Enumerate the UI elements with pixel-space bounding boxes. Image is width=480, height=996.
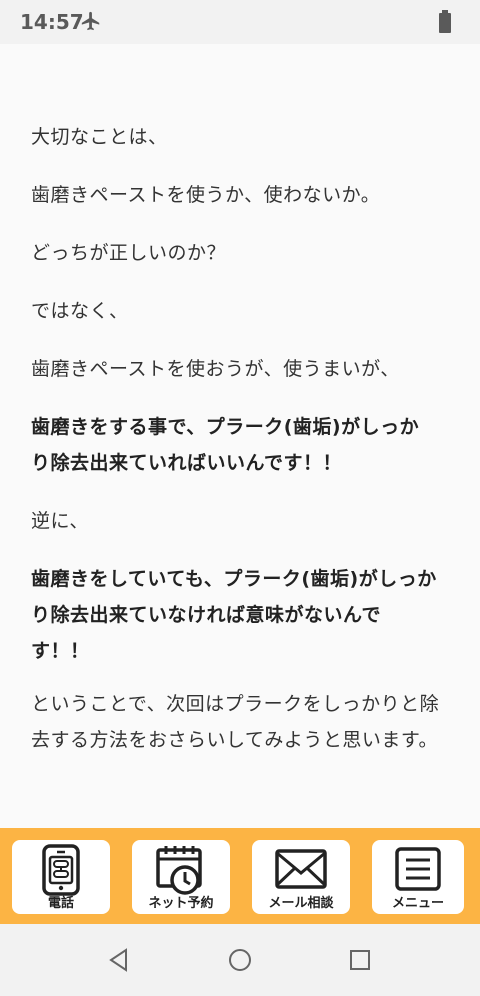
battery-icon [438, 10, 452, 38]
phone-button-label: 電話 [47, 896, 74, 911]
paragraph: どっちが正しいのか？ [31, 242, 227, 264]
system-navigation-bar [0, 924, 480, 996]
airplane-mode-icon [80, 10, 102, 36]
paragraph: 歯磨きペーストを使うか、使わないか。 [31, 184, 381, 206]
back-icon[interactable] [108, 948, 130, 972]
paragraph: 歯磨きペーストを使おうが、使うまいが、 [31, 358, 400, 380]
paragraph: ということで、次回はプラークをしっかりと除去する方法をおさらいしてみようと思いま… [31, 693, 440, 751]
paragraph-bold: 歯磨きをしていても、プラーク(歯垢)がしっかり除去出来ていなければ意味がないんで… [31, 568, 437, 662]
paragraph: ではなく、 [31, 300, 129, 322]
mail-consult-label: メール相談 [268, 896, 334, 911]
home-icon[interactable] [228, 948, 252, 972]
paragraph: 逆に、 [31, 510, 89, 532]
menu-icon [395, 847, 441, 891]
web-reservation-button[interactable]: ネット予約 [132, 840, 230, 914]
paragraph: 大切なことは、 [31, 126, 168, 148]
phone-icon [42, 844, 80, 896]
article-content: 大切なことは、 歯磨きペーストを使うか、使わないか。 どっちが正しいのか？ では… [0, 44, 480, 828]
status-bar: 14:57 [0, 0, 480, 44]
calendar-clock-icon [156, 846, 202, 895]
mail-icon [275, 849, 327, 889]
recents-icon[interactable] [349, 949, 371, 971]
menu-label: メニュー [391, 896, 444, 911]
paragraph-bold: 歯磨きをする事で、プラーク(歯垢)がしっかり除去出来ていればいいんです！！ [31, 416, 420, 474]
mail-consult-button[interactable]: メール相談 [252, 840, 350, 914]
menu-button[interactable]: メニュー [372, 840, 464, 914]
phone-button[interactable]: 電話 [12, 840, 110, 914]
web-reservation-label: ネット予約 [148, 896, 214, 911]
status-time: 14:57 [20, 10, 84, 34]
bottom-action-bar: 電話 ネット予約 メール相談 メニュー [0, 828, 480, 924]
